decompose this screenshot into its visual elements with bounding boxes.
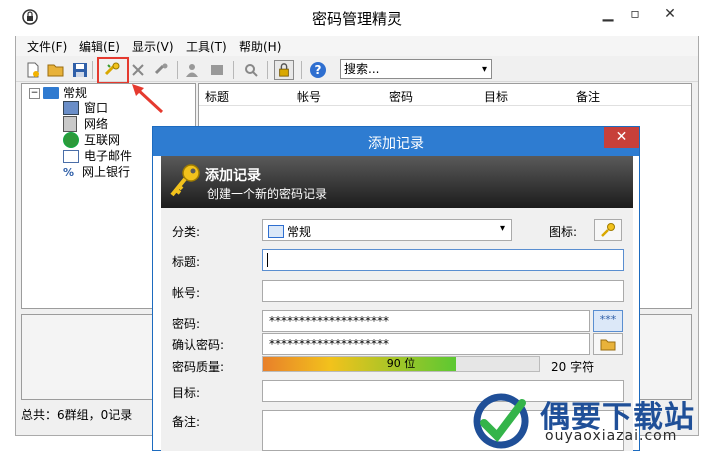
menu-file[interactable]: 文件(F) xyxy=(27,38,67,55)
password-label: 密码: xyxy=(172,317,201,331)
account-label: 帐号: xyxy=(172,286,201,300)
quality-label: 密码质量: xyxy=(172,360,225,374)
column-note[interactable]: 备注 xyxy=(576,88,600,105)
menu-edit[interactable]: 编辑(E) xyxy=(79,38,120,55)
tree-item-label: 互联网 xyxy=(84,133,121,147)
toolbar-separator xyxy=(177,61,178,79)
red-arrow-annotation xyxy=(128,82,168,116)
title-label: 标题: xyxy=(172,255,201,269)
password-field[interactable]: ******************** xyxy=(262,310,590,332)
cut-icon[interactable] xyxy=(128,60,148,80)
tree-item-network[interactable]: 网络 xyxy=(63,116,108,132)
delete-icon[interactable] xyxy=(151,60,171,80)
tree-item-email[interactable]: 电子邮件 xyxy=(63,148,132,164)
email-icon xyxy=(63,149,79,163)
category-label: 分类: xyxy=(172,225,201,239)
dialog-title: 添加记录 xyxy=(368,136,424,152)
tree-root-label: 常规 xyxy=(63,86,88,100)
search-combo-value: 搜索... xyxy=(344,62,380,76)
tree-item-label: 网上银行 xyxy=(82,165,131,179)
category-select[interactable]: 常规 ▾ xyxy=(262,219,512,241)
generate-password-button[interactable] xyxy=(593,333,623,355)
window-icon xyxy=(63,101,79,115)
menu-tools[interactable]: 工具(T) xyxy=(186,38,227,55)
new-file-icon[interactable] xyxy=(23,60,43,80)
user-icon[interactable] xyxy=(182,60,202,80)
tree-item-bank[interactable]: % 网上银行 xyxy=(63,164,130,180)
icon-label: 图标: xyxy=(549,225,578,239)
title-field[interactable] xyxy=(262,249,624,271)
group-icon[interactable] xyxy=(207,60,227,80)
list-header xyxy=(199,84,691,106)
lock-icon[interactable] xyxy=(274,60,294,80)
icon-picker-button[interactable] xyxy=(594,219,622,241)
toolbar-separator xyxy=(301,61,302,79)
column-account[interactable]: 帐号 xyxy=(297,88,321,105)
menu-help[interactable]: 帮助(H) xyxy=(239,38,281,55)
network-icon xyxy=(63,116,77,132)
add-record-icon[interactable] xyxy=(103,60,123,80)
folder-icon xyxy=(43,87,59,99)
category-select-value: 常规 xyxy=(287,225,312,239)
chevron-down-icon: ▾ xyxy=(499,223,505,234)
open-folder-icon[interactable] xyxy=(46,60,66,80)
column-password[interactable]: 密码 xyxy=(389,88,413,105)
tree-item-window[interactable]: 窗口 xyxy=(63,100,108,116)
generate-icon xyxy=(600,339,616,351)
quality-bits: 90 位 xyxy=(386,357,416,370)
help-icon[interactable]: ? xyxy=(308,60,328,80)
confirm-label: 确认密码: xyxy=(172,338,225,352)
tree-item-label: 窗口 xyxy=(84,101,109,115)
target-label: 目标: xyxy=(172,386,201,400)
menu-view[interactable]: 显示(V) xyxy=(132,38,174,55)
minimize-button[interactable]: ▁ xyxy=(598,6,618,22)
show-password-button[interactable]: *** xyxy=(593,310,623,332)
search-combo[interactable]: 搜索... ▾ xyxy=(340,59,492,79)
tree-root[interactable]: − 常规 xyxy=(29,85,87,101)
svg-text:?: ? xyxy=(315,63,322,77)
confirm-field[interactable]: ******************** xyxy=(262,333,590,355)
dialog-header-subtitle: 创建一个新的密码记录 xyxy=(207,187,328,201)
column-title[interactable]: 标题 xyxy=(205,88,229,105)
close-button[interactable]: ✕ xyxy=(650,6,690,22)
quality-meter: 90 位 xyxy=(262,356,540,372)
key-icon xyxy=(601,223,615,237)
key-icon xyxy=(168,162,202,200)
account-field[interactable] xyxy=(262,280,624,302)
tree-item-internet[interactable]: 互联网 xyxy=(63,132,120,148)
note-label: 备注: xyxy=(172,415,201,429)
save-icon[interactable] xyxy=(70,60,90,80)
tree-item-label: 网络 xyxy=(84,117,109,131)
watermark-url: ouyaoxiazai.com xyxy=(545,428,678,444)
toolbar-separator xyxy=(267,61,268,79)
dialog-header-title: 添加记录 xyxy=(205,168,261,184)
text-caret xyxy=(267,253,268,267)
quality-chars: 20 字符 xyxy=(551,360,595,374)
watermark-logo xyxy=(470,393,532,449)
search-icon[interactable] xyxy=(241,60,261,80)
column-target[interactable]: 目标 xyxy=(484,88,508,105)
folder-icon xyxy=(268,225,284,238)
restore-button[interactable]: ▫ xyxy=(625,6,645,22)
dialog-close-button[interactable]: ✕ xyxy=(604,127,639,148)
chevron-down-icon: ▾ xyxy=(481,64,487,75)
collapse-icon[interactable]: − xyxy=(29,87,40,99)
bank-icon: % xyxy=(63,166,75,179)
tree-item-label: 电子邮件 xyxy=(84,149,133,163)
globe-icon xyxy=(63,132,79,148)
toolbar-separator xyxy=(92,61,93,79)
toolbar-separator xyxy=(233,61,234,79)
window-title: 密码管理精灵 xyxy=(311,10,402,28)
status-bar: 总共：6群组，0记录 xyxy=(21,408,133,422)
